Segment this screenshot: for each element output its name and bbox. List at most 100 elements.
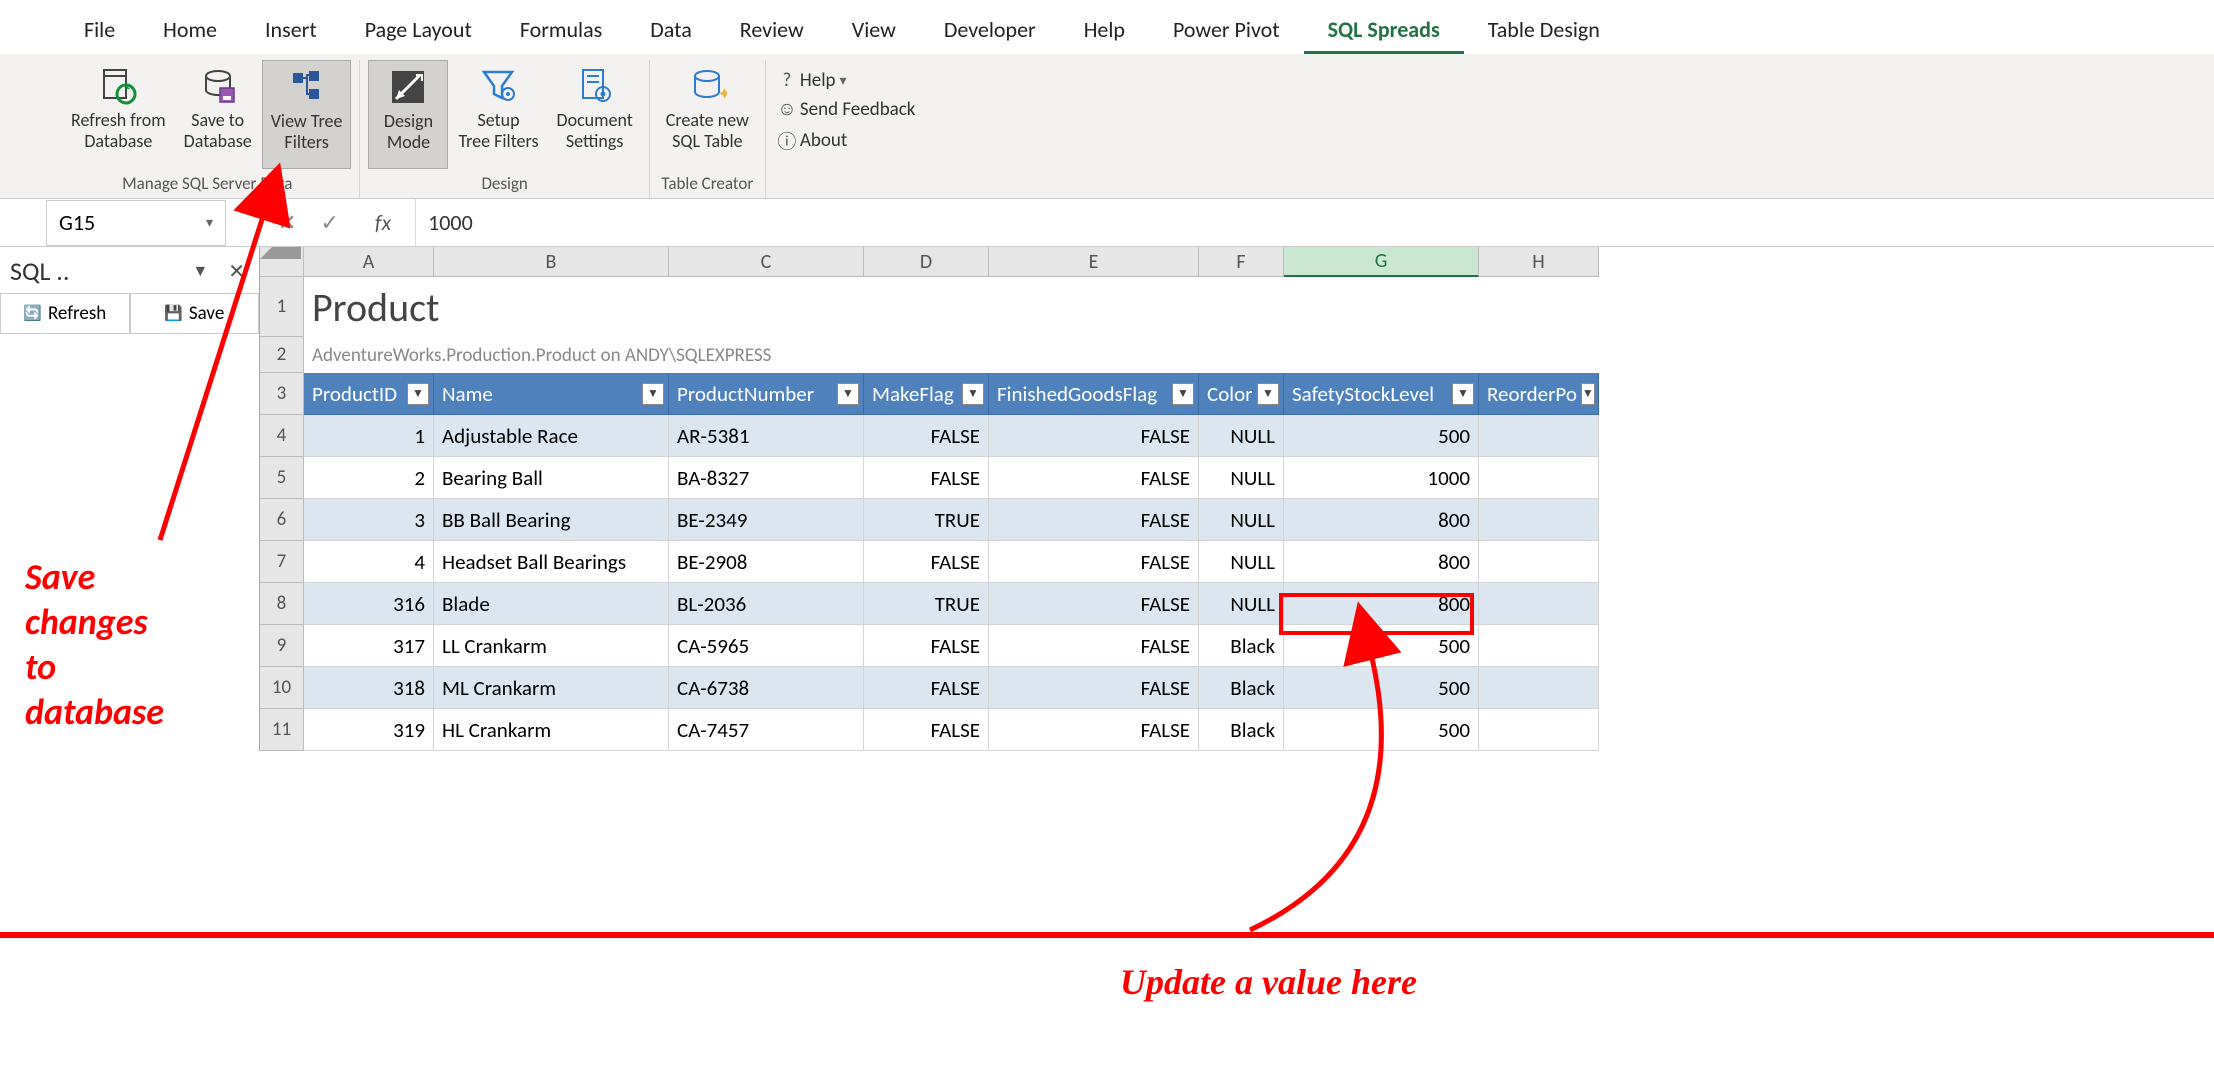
row-header[interactable]: 8 <box>260 583 304 625</box>
table-header[interactable]: SafetyStockLevel▼ <box>1284 373 1479 415</box>
table-cell[interactable]: FALSE <box>989 457 1199 499</box>
tab-developer[interactable]: Developer <box>920 8 1060 54</box>
table-cell[interactable]: CA-6738 <box>669 667 864 709</box>
design-mode-button[interactable]: DesignMode <box>368 60 448 169</box>
table-cell[interactable]: FALSE <box>989 415 1199 457</box>
table-cell[interactable]: Black <box>1199 667 1284 709</box>
tab-page-layout[interactable]: Page Layout <box>341 8 496 54</box>
table-cell[interactable]: 500 <box>1284 709 1479 751</box>
table-cell[interactable]: 800 <box>1284 499 1479 541</box>
tab-sql-spreads[interactable]: SQL Spreads <box>1304 8 1464 54</box>
table-header[interactable]: MakeFlag▼ <box>864 373 989 415</box>
filter-dropdown-icon[interactable]: ▼ <box>1172 383 1194 405</box>
table-cell[interactable]: BL-2036 <box>669 583 864 625</box>
create-new-sql-table-button[interactable]: ✦ Create newSQL Table <box>658 60 757 169</box>
table-cell[interactable]: Bearing Ball <box>434 457 669 499</box>
table-header[interactable]: ProductID▼ <box>304 373 434 415</box>
table-cell[interactable] <box>1479 541 1599 583</box>
table-cell[interactable] <box>1479 583 1599 625</box>
sidebar-save-button[interactable]: 💾Save <box>130 293 260 334</box>
table-cell[interactable]: CA-7457 <box>669 709 864 751</box>
table-cell[interactable]: BE-2349 <box>669 499 864 541</box>
cancel-formula-button[interactable]: ✕ <box>278 209 296 236</box>
table-cell[interactable] <box>1479 457 1599 499</box>
row-header[interactable]: 10 <box>260 667 304 709</box>
table-cell[interactable]: 1000 <box>1284 457 1479 499</box>
table-cell[interactable]: 319 <box>304 709 434 751</box>
table-cell[interactable]: Headset Ball Bearings <box>434 541 669 583</box>
table-cell[interactable] <box>1479 499 1599 541</box>
filter-dropdown-icon[interactable]: ▼ <box>1581 383 1595 405</box>
table-cell[interactable]: FALSE <box>989 541 1199 583</box>
tab-table-design[interactable]: Table Design <box>1464 8 1624 54</box>
column-header-E[interactable]: E <box>989 247 1199 277</box>
column-header-D[interactable]: D <box>864 247 989 277</box>
row-header[interactable]: 3 <box>260 373 304 415</box>
filter-dropdown-icon[interactable]: ▼ <box>1452 383 1474 405</box>
table-cell[interactable]: NULL <box>1199 541 1284 583</box>
table-cell[interactable]: NULL <box>1199 457 1284 499</box>
table-cell[interactable]: BB Ball Bearing <box>434 499 669 541</box>
table-cell[interactable]: BE-2908 <box>669 541 864 583</box>
table-cell[interactable]: Black <box>1199 709 1284 751</box>
table-header[interactable]: FinishedGoodsFlag▼ <box>989 373 1199 415</box>
filter-dropdown-icon[interactable]: ▼ <box>1257 383 1279 405</box>
fx-icon[interactable]: fx <box>363 209 403 236</box>
table-cell[interactable]: 2 <box>304 457 434 499</box>
table-cell[interactable] <box>1479 415 1599 457</box>
subtitle-cell[interactable]: AdventureWorks.Production.Product on AND… <box>304 337 1599 373</box>
view-tree-filters-button[interactable]: View TreeFilters <box>262 60 352 169</box>
table-cell[interactable]: 3 <box>304 499 434 541</box>
tab-data[interactable]: Data <box>626 8 716 54</box>
filter-dropdown-icon[interactable]: ▼ <box>962 383 984 405</box>
table-header[interactable]: Name▼ <box>434 373 669 415</box>
table-cell[interactable]: 318 <box>304 667 434 709</box>
row-header[interactable]: 1 <box>260 277 304 337</box>
table-cell[interactable]: FALSE <box>989 667 1199 709</box>
row-header[interactable]: 11 <box>260 709 304 751</box>
setup-tree-filters-button[interactable]: SetupTree Filters <box>450 60 546 169</box>
row-header[interactable]: 4 <box>260 415 304 457</box>
table-cell[interactable]: 4 <box>304 541 434 583</box>
table-header[interactable]: ReorderPo▼ <box>1479 373 1599 415</box>
tab-help[interactable]: Help <box>1060 8 1149 54</box>
table-cell[interactable]: ML Crankarm <box>434 667 669 709</box>
table-cell[interactable]: 800 <box>1284 541 1479 583</box>
table-cell[interactable]: FALSE <box>864 667 989 709</box>
table-cell[interactable]: 317 <box>304 625 434 667</box>
table-cell[interactable]: 500 <box>1284 667 1479 709</box>
table-cell[interactable]: FALSE <box>864 541 989 583</box>
send-feedback-button[interactable]: ☺Send Feedback <box>774 95 916 124</box>
table-cell[interactable]: CA-5965 <box>669 625 864 667</box>
table-cell[interactable]: NULL <box>1199 415 1284 457</box>
table-header[interactable]: Color▼ <box>1199 373 1284 415</box>
sidebar-dropdown-icon[interactable]: ▼ <box>192 262 208 281</box>
table-cell[interactable]: FALSE <box>864 457 989 499</box>
chevron-down-icon[interactable]: ▾ <box>206 214 213 231</box>
table-cell[interactable]: 1 <box>304 415 434 457</box>
tab-review[interactable]: Review <box>716 8 828 54</box>
table-cell[interactable]: FALSE <box>989 583 1199 625</box>
table-header[interactable]: ProductNumber▼ <box>669 373 864 415</box>
table-cell[interactable]: FALSE <box>864 709 989 751</box>
column-header-G[interactable]: G <box>1284 247 1479 277</box>
table-cell[interactable]: TRUE <box>864 499 989 541</box>
table-cell[interactable]: TRUE <box>864 583 989 625</box>
table-cell[interactable]: 800 <box>1284 583 1479 625</box>
table-cell[interactable] <box>1479 709 1599 751</box>
table-cell[interactable]: AR-5381 <box>669 415 864 457</box>
table-cell[interactable]: 500 <box>1284 415 1479 457</box>
tab-view[interactable]: View <box>828 8 920 54</box>
table-cell[interactable]: NULL <box>1199 499 1284 541</box>
table-cell[interactable]: FALSE <box>989 625 1199 667</box>
column-header-H[interactable]: H <box>1479 247 1599 277</box>
name-box[interactable]: G15 ▾ <box>46 200 226 246</box>
filter-dropdown-icon[interactable]: ▼ <box>407 383 429 405</box>
table-cell[interactable]: 316 <box>304 583 434 625</box>
column-header-A[interactable]: A <box>304 247 434 277</box>
column-header-B[interactable]: B <box>434 247 669 277</box>
row-header[interactable]: 9 <box>260 625 304 667</box>
table-cell[interactable]: BA-8327 <box>669 457 864 499</box>
row-header[interactable]: 7 <box>260 541 304 583</box>
table-cell[interactable]: 500 <box>1284 625 1479 667</box>
